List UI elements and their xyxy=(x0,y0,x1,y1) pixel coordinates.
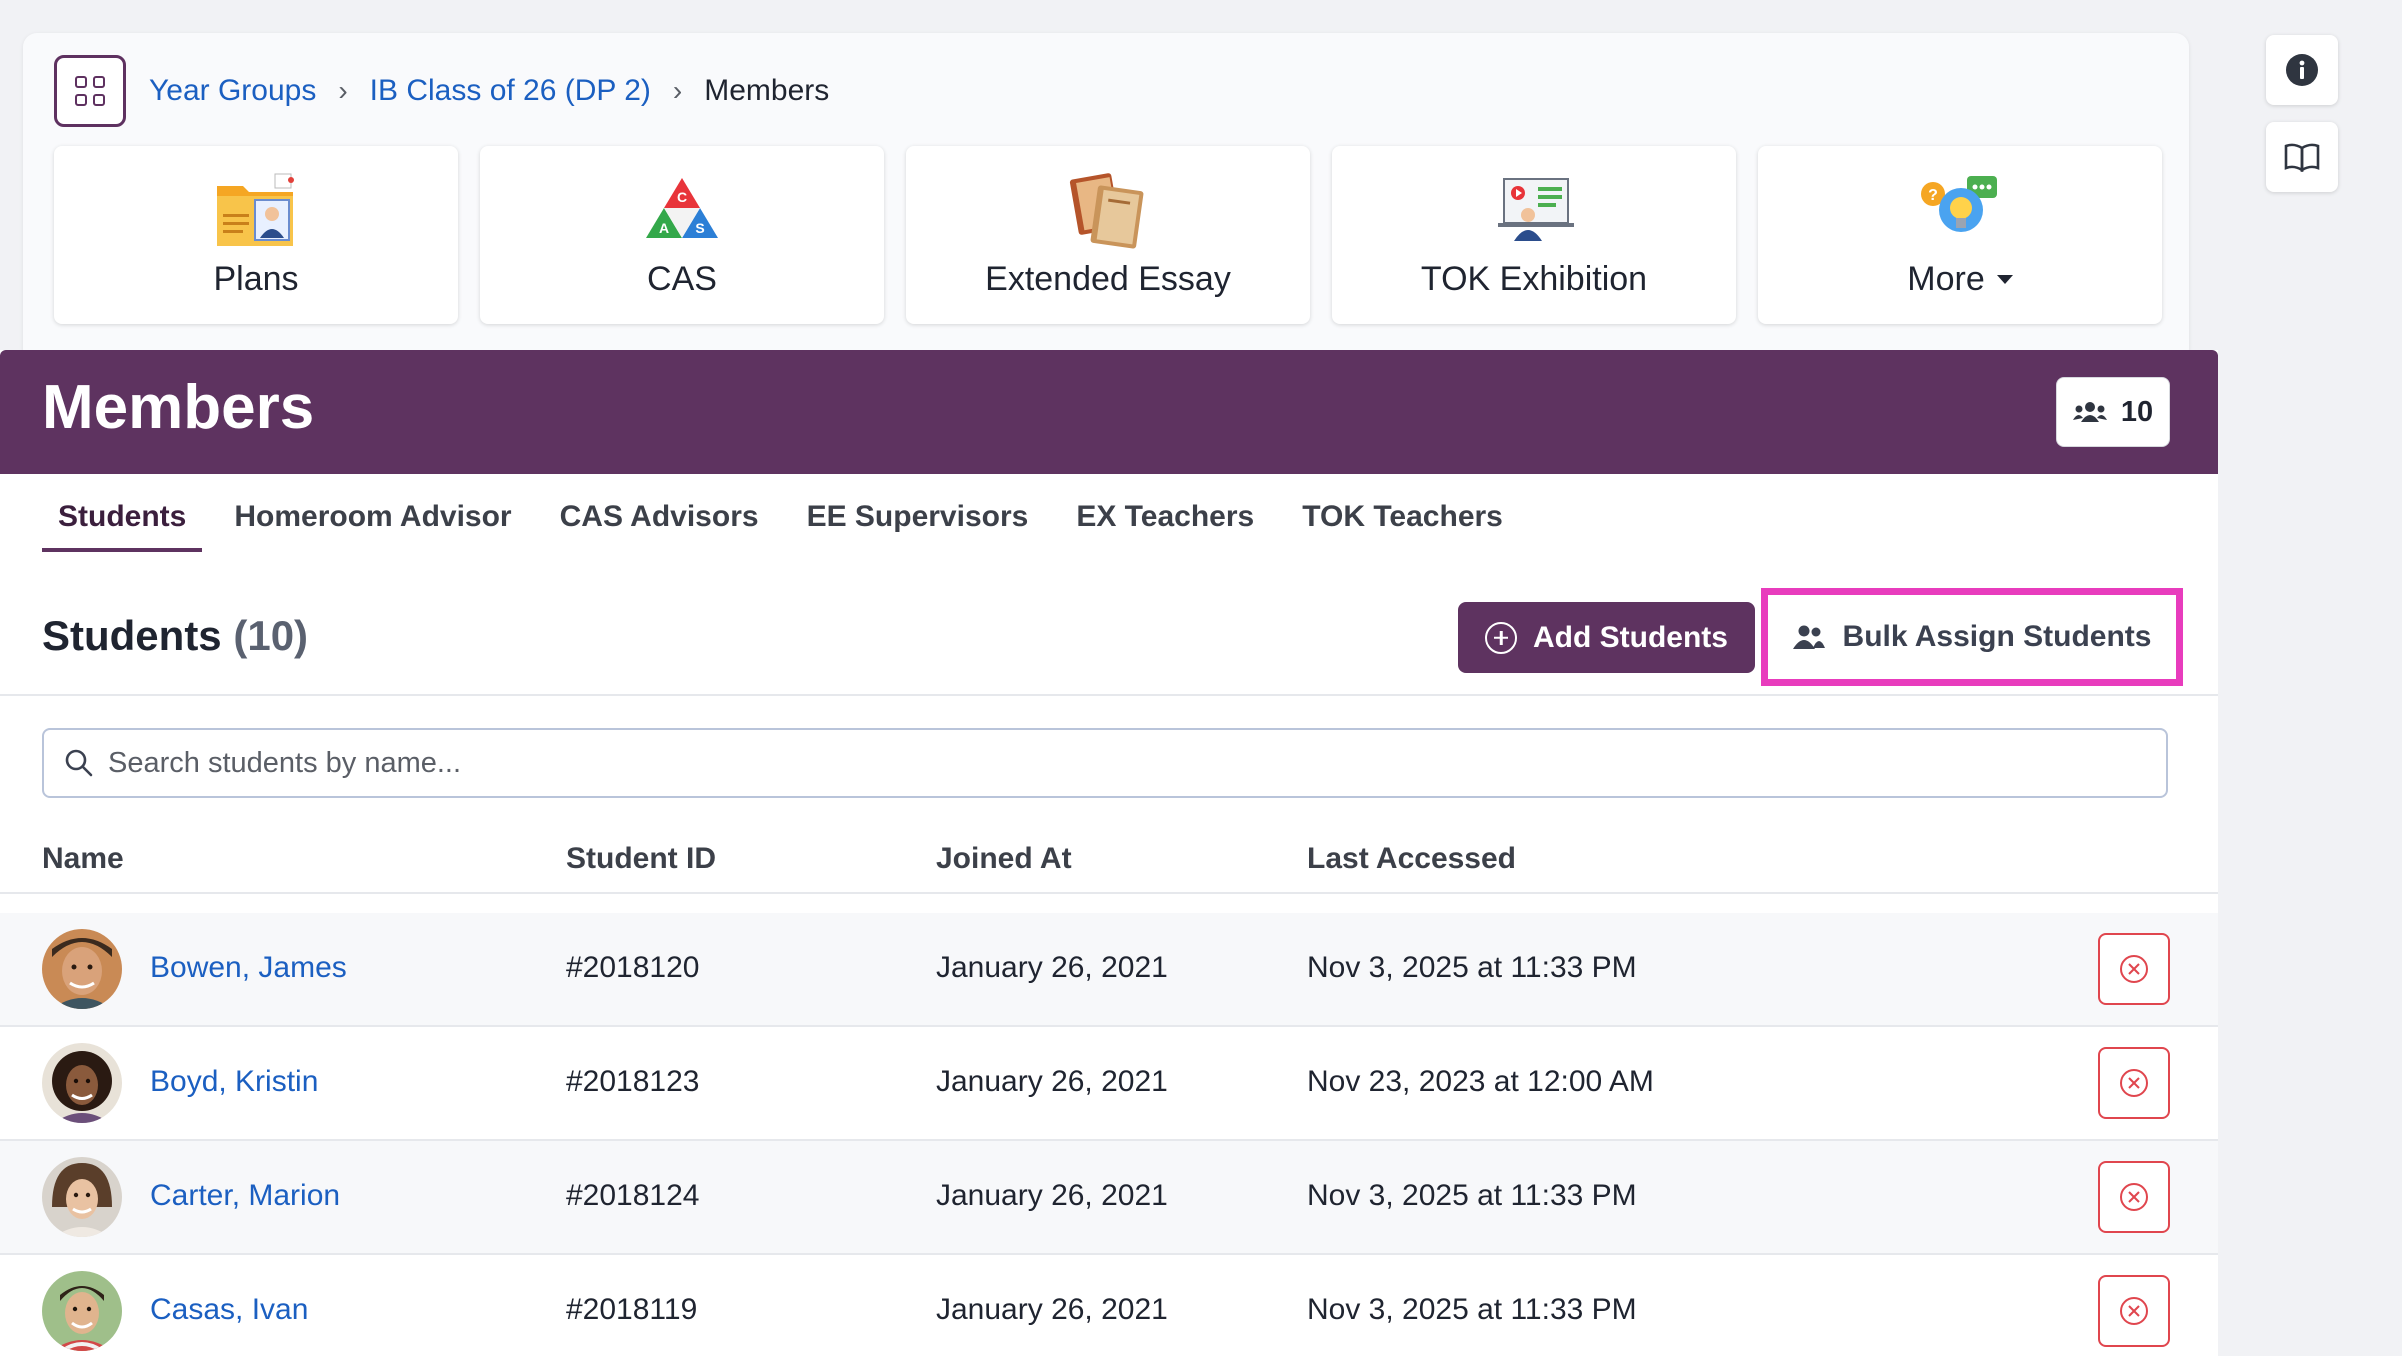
page-title: Members xyxy=(42,373,315,442)
tile-cas[interactable]: C A S CAS xyxy=(480,146,884,324)
member-tabs: Students Homeroom Advisor CAS Advisors E… xyxy=(42,500,1535,552)
users-icon xyxy=(1792,625,1825,649)
info-button[interactable] xyxy=(2266,35,2338,105)
tile-more[interactable]: ? More xyxy=(1758,146,2162,324)
navigation-card: Year Groups › IB Class of 26 (DP 2) › Me… xyxy=(23,33,2189,363)
table-row: Bowen, James #2018120 January 26, 2021 N… xyxy=(0,913,2218,1027)
users-icon xyxy=(2072,402,2107,422)
member-count: 10 xyxy=(2120,395,2154,428)
tile-label: CAS xyxy=(647,260,717,298)
breadcrumb: Year Groups › IB Class of 26 (DP 2) › Me… xyxy=(149,69,829,113)
joined-at: January 26, 2021 xyxy=(936,951,1168,984)
info-icon xyxy=(2286,54,2318,86)
tile-plans[interactable]: Plans xyxy=(54,146,458,324)
tile-label: TOK Exhibition xyxy=(1420,260,1648,298)
tab-ee-supervisors[interactable]: EE Supervisors xyxy=(791,500,1045,552)
table-row: Casas, Ivan #2018119 January 26, 2021 No… xyxy=(0,1255,2218,1356)
svg-text:C: C xyxy=(677,189,687,205)
apps-grid-button[interactable] xyxy=(54,55,126,127)
section-title: Students (10) xyxy=(42,612,308,660)
student-name-link[interactable]: Bowen, James xyxy=(150,951,347,985)
student-id: #2018124 xyxy=(566,1179,700,1212)
bulk-assign-students-button[interactable]: Bulk Assign Students xyxy=(1761,588,2183,686)
grid-icon xyxy=(75,76,105,106)
tab-tok-teachers[interactable]: TOK Teachers xyxy=(1286,500,1519,552)
avatar[interactable] xyxy=(42,1043,122,1123)
table-row: Boyd, Kristin #2018123 January 26, 2021 … xyxy=(0,1027,2218,1141)
lightbulb-chat-icon: ? xyxy=(1919,168,2001,252)
tab-ex-teachers[interactable]: EX Teachers xyxy=(1060,500,1270,552)
close-circle-icon xyxy=(2120,955,2148,983)
add-students-button[interactable]: Add Students xyxy=(1458,602,1755,673)
last-accessed: Nov 3, 2025 at 11:33 PM xyxy=(1307,1293,1637,1326)
section-count: (10) xyxy=(233,612,309,659)
section-title-text: Students xyxy=(42,612,222,659)
folder-person-icon xyxy=(215,168,297,252)
presentation-icon xyxy=(1494,168,1574,252)
tile-tok-exhibition[interactable]: TOK Exhibition xyxy=(1332,146,1736,324)
table-header: Name Student ID Joined At Last Accessed xyxy=(0,830,2218,894)
joined-at: January 26, 2021 xyxy=(936,1179,1168,1212)
tab-homeroom-advisor[interactable]: Homeroom Advisor xyxy=(218,500,527,552)
table-row: Carter, Marion #2018124 January 26, 2021… xyxy=(0,1141,2218,1255)
module-tiles: Plans C A S CAS Extended Essay TOK Exhib… xyxy=(54,146,2162,324)
breadcrumb-current: Members xyxy=(704,74,830,107)
breadcrumb-year-groups[interactable]: Year Groups xyxy=(149,74,316,108)
book-icon xyxy=(2284,143,2320,172)
svg-text:S: S xyxy=(695,220,704,236)
avatar[interactable] xyxy=(42,1157,122,1237)
close-circle-icon xyxy=(2120,1183,2148,1211)
divider xyxy=(0,694,2218,696)
joined-at: January 26, 2021 xyxy=(936,1065,1168,1098)
avatar[interactable] xyxy=(42,1271,122,1351)
close-circle-icon xyxy=(2120,1297,2148,1325)
tab-students[interactable]: Students xyxy=(42,500,203,552)
student-table: Bowen, James #2018120 January 26, 2021 N… xyxy=(0,913,2218,1356)
svg-text:?: ? xyxy=(1928,187,1938,204)
search-icon xyxy=(65,749,93,777)
tile-label: More xyxy=(1907,260,2013,299)
caret-down-icon xyxy=(1996,275,2013,284)
remove-student-button[interactable] xyxy=(2098,1047,2170,1119)
student-name-link[interactable]: Casas, Ivan xyxy=(150,1293,308,1327)
column-header-name[interactable]: Name xyxy=(42,842,124,876)
chevron-right-icon: › xyxy=(338,75,348,106)
search-field xyxy=(42,728,2168,798)
svg-text:A: A xyxy=(659,220,669,236)
close-circle-icon xyxy=(2120,1069,2148,1097)
members-panel: Members 10 Students Homeroom Advisor CAS… xyxy=(0,350,2218,1356)
joined-at: January 26, 2021 xyxy=(936,1293,1168,1326)
breadcrumb-class[interactable]: IB Class of 26 (DP 2) xyxy=(370,74,651,108)
guide-button[interactable] xyxy=(2266,122,2338,192)
column-header-student-id[interactable]: Student ID xyxy=(566,842,716,876)
column-header-joined-at[interactable]: Joined At xyxy=(936,842,1072,876)
tile-label: Plans xyxy=(213,260,299,298)
remove-student-button[interactable] xyxy=(2098,1161,2170,1233)
last-accessed: Nov 3, 2025 at 11:33 PM xyxy=(1307,951,1637,984)
student-name-link[interactable]: Boyd, Kristin xyxy=(150,1065,318,1099)
plus-circle-icon xyxy=(1485,621,1517,654)
more-label: More xyxy=(1907,260,1985,298)
column-header-last-accessed[interactable]: Last Accessed xyxy=(1307,842,1516,876)
tile-extended-essay[interactable]: Extended Essay xyxy=(906,146,1310,324)
student-name-link[interactable]: Carter, Marion xyxy=(150,1179,340,1213)
books-icon xyxy=(1068,168,1148,252)
last-accessed: Nov 23, 2023 at 12:00 AM xyxy=(1307,1065,1654,1098)
student-id: #2018119 xyxy=(566,1293,698,1326)
tile-label: Extended Essay xyxy=(985,260,1231,298)
remove-student-button[interactable] xyxy=(2098,1275,2170,1347)
tab-cas-advisors[interactable]: CAS Advisors xyxy=(544,500,775,552)
student-id: #2018123 xyxy=(566,1065,700,1098)
members-header: Members 10 xyxy=(0,350,2218,474)
add-students-label: Add Students xyxy=(1533,620,1728,654)
bulk-assign-label: Bulk Assign Students xyxy=(1842,620,2152,653)
search-input[interactable] xyxy=(108,746,2166,780)
avatar[interactable] xyxy=(42,929,122,1009)
member-count-badge[interactable]: 10 xyxy=(2056,377,2170,447)
chevron-right-icon: › xyxy=(672,75,683,106)
remove-student-button[interactable] xyxy=(2098,933,2170,1005)
student-id: #2018120 xyxy=(566,951,700,984)
last-accessed: Nov 3, 2025 at 11:33 PM xyxy=(1307,1179,1637,1212)
cas-triangle-icon: C A S xyxy=(642,168,722,252)
